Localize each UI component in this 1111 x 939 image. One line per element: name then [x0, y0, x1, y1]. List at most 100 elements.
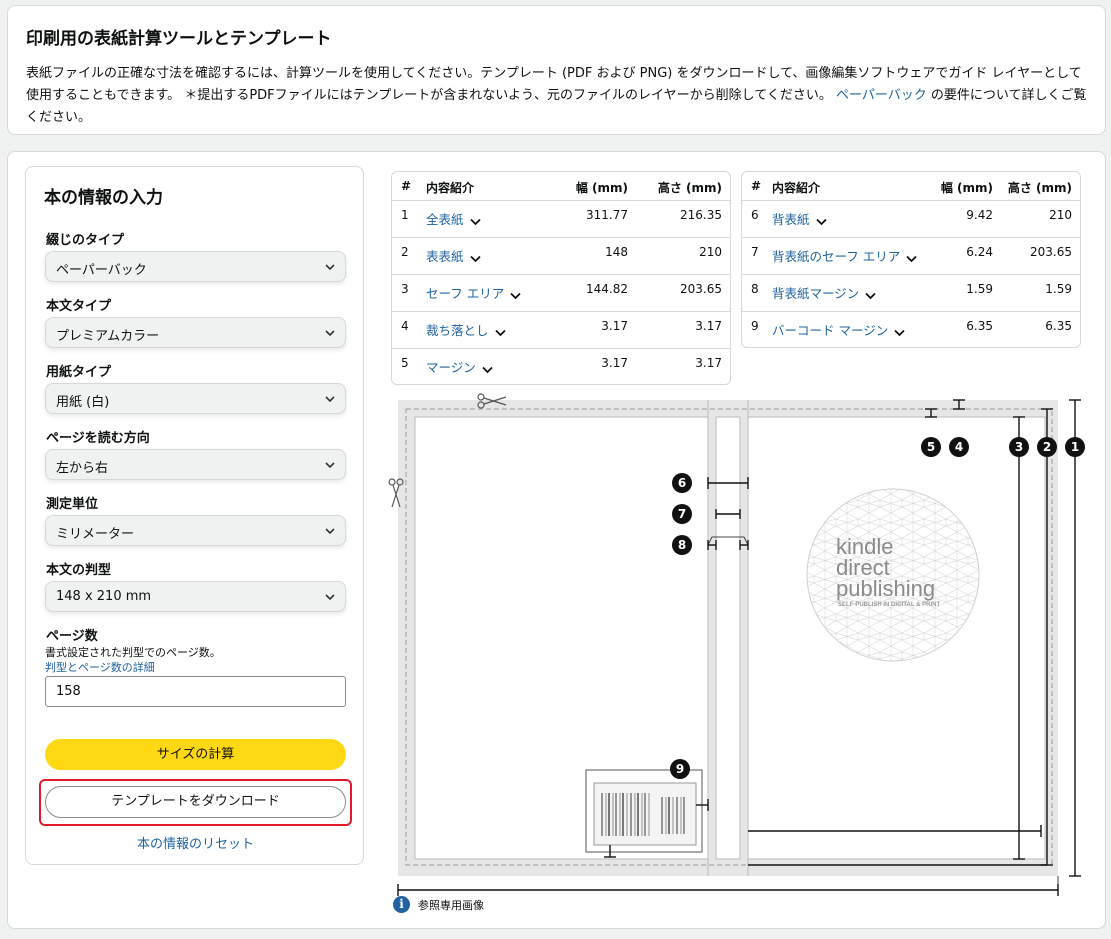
unit-select[interactable]: ミリメーター [45, 515, 346, 546]
marker-1-icon: 1 [1065, 437, 1085, 457]
chevron-down-icon [494, 329, 506, 337]
row-num: 9 [751, 319, 759, 333]
trim-select[interactable]: 148 x 210 mm [45, 581, 346, 612]
unit-value: ミリメーター [56, 527, 135, 542]
direction-value: 左から右 [56, 461, 109, 476]
table-row: 5 マージン 3.17 3.17 [392, 349, 730, 386]
chevron-down-icon [865, 292, 876, 300]
chevron-down-icon [815, 218, 827, 226]
marker-4-icon: 4 [949, 437, 969, 457]
unit-label: 測定単位 [46, 497, 99, 512]
chevron-down-icon [469, 255, 481, 263]
row-name-toggle[interactable]: 背表紙のセーフ エリア [772, 246, 917, 265]
interior-value: プレミアムカラー [56, 329, 160, 344]
row-name: 背表紙 [772, 212, 810, 227]
row-width: 1.59 [966, 282, 993, 296]
pages-detail-link[interactable]: 判型とページ数の詳細 [45, 659, 155, 675]
calculate-button[interactable]: サイズの計算 [45, 739, 346, 770]
svg-text:5: 5 [927, 440, 935, 454]
marker-5-icon: 5 [921, 437, 941, 457]
paper-select[interactable]: 用紙 (白) [45, 383, 346, 414]
intro-panel: 印刷用の表紙計算ツールとテンプレート 表紙ファイルの正確な寸法を確認するには、計… [7, 5, 1106, 135]
row-num: 8 [751, 282, 759, 296]
direction-label: ページを読む方向 [46, 431, 150, 446]
row-name: セーフ エリア [426, 286, 505, 301]
row-height: 1.59 [1045, 282, 1072, 296]
row-name-toggle[interactable]: 表表紙 [426, 246, 481, 265]
kdp-logo-tagline: SELF-PUBLISH IN DIGITAL & PRINT [838, 602, 940, 608]
table-row: 9 バーコード マージン 6.35 6.35 [742, 312, 1080, 349]
kdp-logo-line3: publishing [836, 576, 935, 601]
interior-select[interactable]: プレミアムカラー [45, 317, 346, 348]
row-name: 背表紙マージン [772, 286, 860, 301]
reference-note: i 参照専用画像 [393, 896, 484, 913]
row-num: 5 [401, 356, 409, 370]
paperback-link[interactable]: ペーパーバック [836, 88, 927, 103]
row-name-toggle[interactable]: 背表紙 [772, 209, 827, 228]
col-width: 幅 (mm) [940, 181, 993, 195]
reset-link[interactable]: 本の情報のリセット [26, 833, 365, 852]
row-name-toggle[interactable]: 全表紙 [426, 209, 481, 228]
reference-note-text: 参照専用画像 [418, 898, 484, 912]
row-height: 3.17 [695, 319, 722, 333]
row-height: 210 [1049, 208, 1072, 222]
row-height: 3.17 [695, 356, 722, 370]
row-name-toggle[interactable]: セーフ エリア [426, 283, 521, 302]
row-width: 3.17 [601, 356, 628, 370]
table-row: 7 背表紙のセーフ エリア 6.24 203.65 [742, 238, 1080, 275]
paper-label: 用紙タイプ [46, 365, 112, 380]
row-name-toggle[interactable]: 背表紙マージン [772, 283, 876, 302]
marker-2-icon: 2 [1037, 437, 1057, 457]
table-header: # 内容紹介 幅 (mm) 高さ (mm) [742, 172, 1080, 201]
pages-label: ページ数 [46, 629, 98, 644]
row-height: 6.35 [1045, 319, 1072, 333]
svg-text:9: 9 [676, 762, 684, 776]
row-name: バーコード マージン [772, 323, 889, 338]
row-num: 4 [401, 319, 409, 333]
binding-label: 綴じのタイプ [46, 233, 125, 248]
trim-value: 148 x 210 mm [56, 589, 152, 604]
cover-template-diagram: kindle direct publishing SELF-PUBLISH IN… [388, 393, 1085, 896]
row-name-toggle[interactable]: 裁ち落とし [426, 320, 506, 339]
page-title: 印刷用の表紙計算ツールとテンプレート [26, 29, 332, 49]
direction-select[interactable]: 左から右 [45, 449, 346, 480]
row-num: 6 [751, 208, 759, 222]
table-row: 6 背表紙 9.42 210 [742, 201, 1080, 238]
chevron-down-icon [325, 462, 335, 469]
page-count-input[interactable]: 158 [45, 676, 346, 707]
table-row: 1 全表紙 311.77 216.35 [392, 201, 730, 238]
svg-text:6: 6 [678, 476, 686, 490]
marker-7-icon: 7 [672, 504, 692, 524]
svg-text:8: 8 [678, 538, 686, 552]
info-icon: i [393, 896, 410, 913]
svg-text:1: 1 [1071, 440, 1079, 454]
svg-text:2: 2 [1043, 440, 1051, 454]
chevron-down-icon [325, 264, 335, 271]
row-num: 1 [401, 208, 409, 222]
row-name-toggle[interactable]: マージン [426, 357, 493, 376]
row-width: 3.17 [601, 319, 628, 333]
chevron-down-icon [325, 396, 335, 403]
col-width: 幅 (mm) [575, 181, 628, 195]
table-row: 3 セーフ エリア 144.82 203.65 [392, 275, 730, 312]
marker-3-icon: 3 [1009, 437, 1029, 457]
row-width: 148 [605, 245, 628, 259]
row-width: 311.77 [586, 208, 628, 222]
row-name: マージン [426, 360, 476, 375]
table-header: # 内容紹介 幅 (mm) 高さ (mm) [392, 172, 730, 201]
paper-value: 用紙 (白) [56, 395, 110, 410]
svg-text:7: 7 [678, 507, 686, 521]
chevron-down-icon [325, 330, 335, 337]
chevron-down-icon [894, 329, 905, 337]
dimensions-table-left: # 内容紹介 幅 (mm) 高さ (mm) 1 全表紙 311.77 216.3… [391, 171, 731, 385]
row-name-toggle[interactable]: バーコード マージン [772, 320, 905, 339]
row-name: 全表紙 [426, 212, 464, 227]
download-template-button[interactable]: テンプレートをダウンロード [45, 786, 346, 818]
binding-select[interactable]: ペーパーバック [45, 251, 346, 282]
row-width: 9.42 [966, 208, 993, 222]
svg-text:4: 4 [955, 440, 963, 454]
col-name: 内容紹介 [772, 181, 821, 195]
row-name: 表表紙 [426, 249, 464, 264]
kdp-logo-pattern [807, 489, 979, 661]
svg-text:3: 3 [1015, 440, 1023, 454]
